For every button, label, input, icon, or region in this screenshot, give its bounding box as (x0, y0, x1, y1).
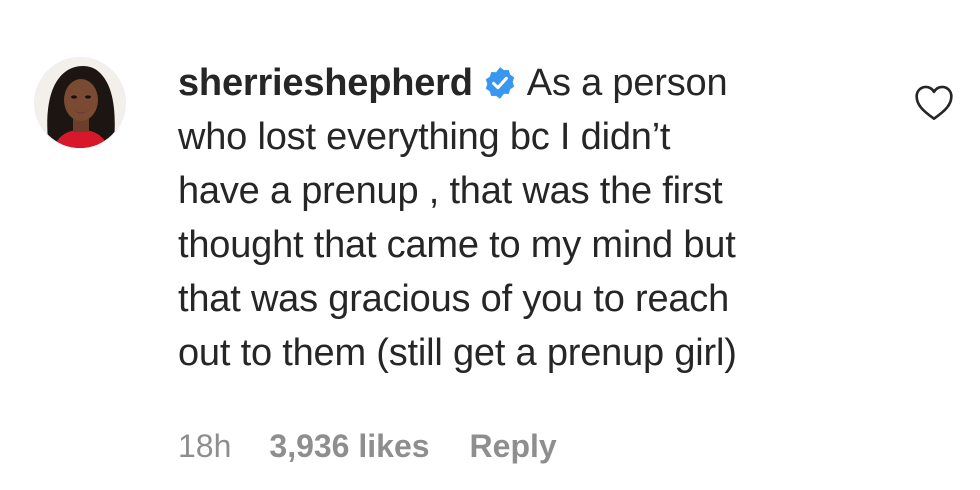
comment-first-line: sherrieshepherd As a person (178, 56, 878, 110)
comment-text-line-2: who lost everything bc I didn’t (178, 116, 671, 158)
username-link[interactable]: sherrieshepherd (178, 62, 473, 104)
avatar-image (35, 58, 125, 148)
heart-outline-icon[interactable] (914, 84, 954, 122)
comment-text-line-3: have a prenup , that was the first (178, 170, 723, 212)
likes-count[interactable]: 3,936 likes (269, 424, 429, 468)
comment-meta: 18h 3,936 likes Reply (178, 424, 557, 468)
comment-item: sherrieshepherd As a person who lost ever… (0, 0, 980, 490)
comment-text-line-6: out to them (still get a prenup girl) (178, 332, 737, 374)
verified-badge-icon (483, 61, 517, 99)
timestamp[interactable]: 18h (178, 424, 231, 468)
reply-button[interactable]: Reply (470, 424, 557, 468)
comment-text-line-5: that was gracious of you to reach (178, 278, 730, 320)
avatar[interactable] (34, 57, 126, 149)
comment-text-line-4: thought that came to my mind but (178, 224, 736, 266)
comment-text-line-1: As a person (526, 62, 728, 104)
comment-body: sherrieshepherd As a person who lost ever… (178, 56, 878, 380)
